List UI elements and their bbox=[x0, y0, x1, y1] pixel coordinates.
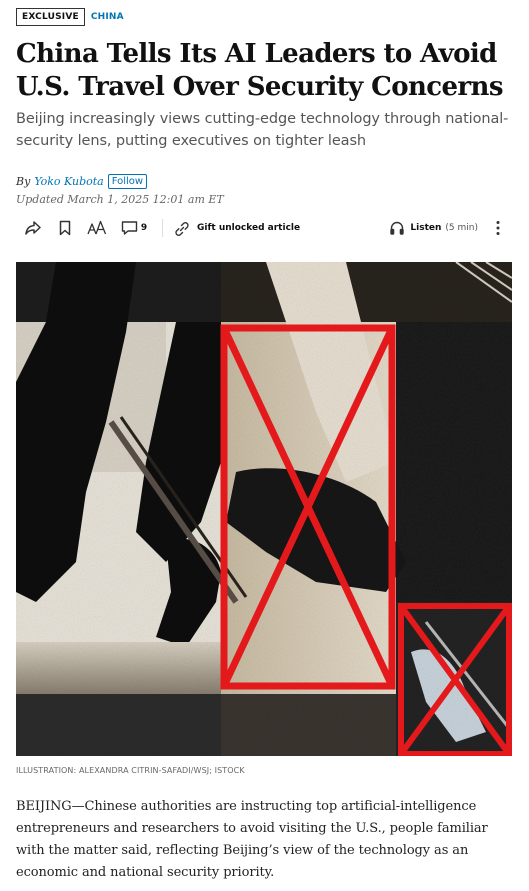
bookmark-icon bbox=[59, 220, 71, 236]
comments-button[interactable]: 9 bbox=[114, 214, 154, 242]
updated-timestamp: Updated March 1, 2025 12:01 am ET bbox=[16, 193, 224, 206]
hero-illustration bbox=[16, 262, 512, 756]
headline: China Tells Its AI Leaders to Avoid U.S.… bbox=[16, 39, 503, 102]
article-body-paragraph: BEIJING—Chinese authorities are instruct… bbox=[16, 799, 488, 880]
gift-label: Gift unlocked article bbox=[197, 223, 301, 233]
text-size-button[interactable] bbox=[80, 214, 114, 242]
text-size-icon bbox=[87, 220, 107, 236]
section-link-china[interactable]: CHINA bbox=[91, 12, 124, 22]
illustration-collage bbox=[16, 262, 512, 756]
byline-prefix: By bbox=[16, 175, 31, 188]
author-link[interactable]: Yoko Kubota bbox=[34, 175, 103, 188]
exclusive-badge: EXCLUSIVE bbox=[16, 8, 85, 26]
article-toolbar: 9 Gift unlocked article Listen (5 min) bbox=[16, 214, 512, 242]
gift-article-button[interactable]: Gift unlocked article bbox=[173, 214, 300, 242]
save-button[interactable] bbox=[50, 214, 80, 242]
more-options-button[interactable] bbox=[484, 214, 512, 242]
image-caption: ILLUSTRATION: ALEXANDRA CITRIN-SAFADI/WS… bbox=[16, 766, 245, 775]
tag-row: EXCLUSIVE CHINA bbox=[16, 8, 124, 26]
comment-count: 9 bbox=[140, 223, 148, 233]
more-vertical-icon bbox=[496, 220, 500, 236]
byline: By Yoko Kubota Follow bbox=[16, 174, 148, 189]
link-icon bbox=[173, 220, 191, 236]
follow-button[interactable]: Follow bbox=[107, 174, 148, 189]
toolbar-divider bbox=[162, 219, 163, 237]
listen-label: Listen bbox=[410, 223, 442, 233]
headphones-icon bbox=[389, 220, 405, 236]
share-button[interactable] bbox=[16, 214, 50, 242]
dek: Beijing increasingly views cutting-edge … bbox=[16, 111, 509, 149]
share-icon bbox=[24, 220, 42, 236]
listen-button[interactable]: Listen (5 min) bbox=[389, 214, 478, 242]
listen-duration: (5 min) bbox=[445, 223, 478, 233]
comment-icon bbox=[121, 220, 138, 236]
